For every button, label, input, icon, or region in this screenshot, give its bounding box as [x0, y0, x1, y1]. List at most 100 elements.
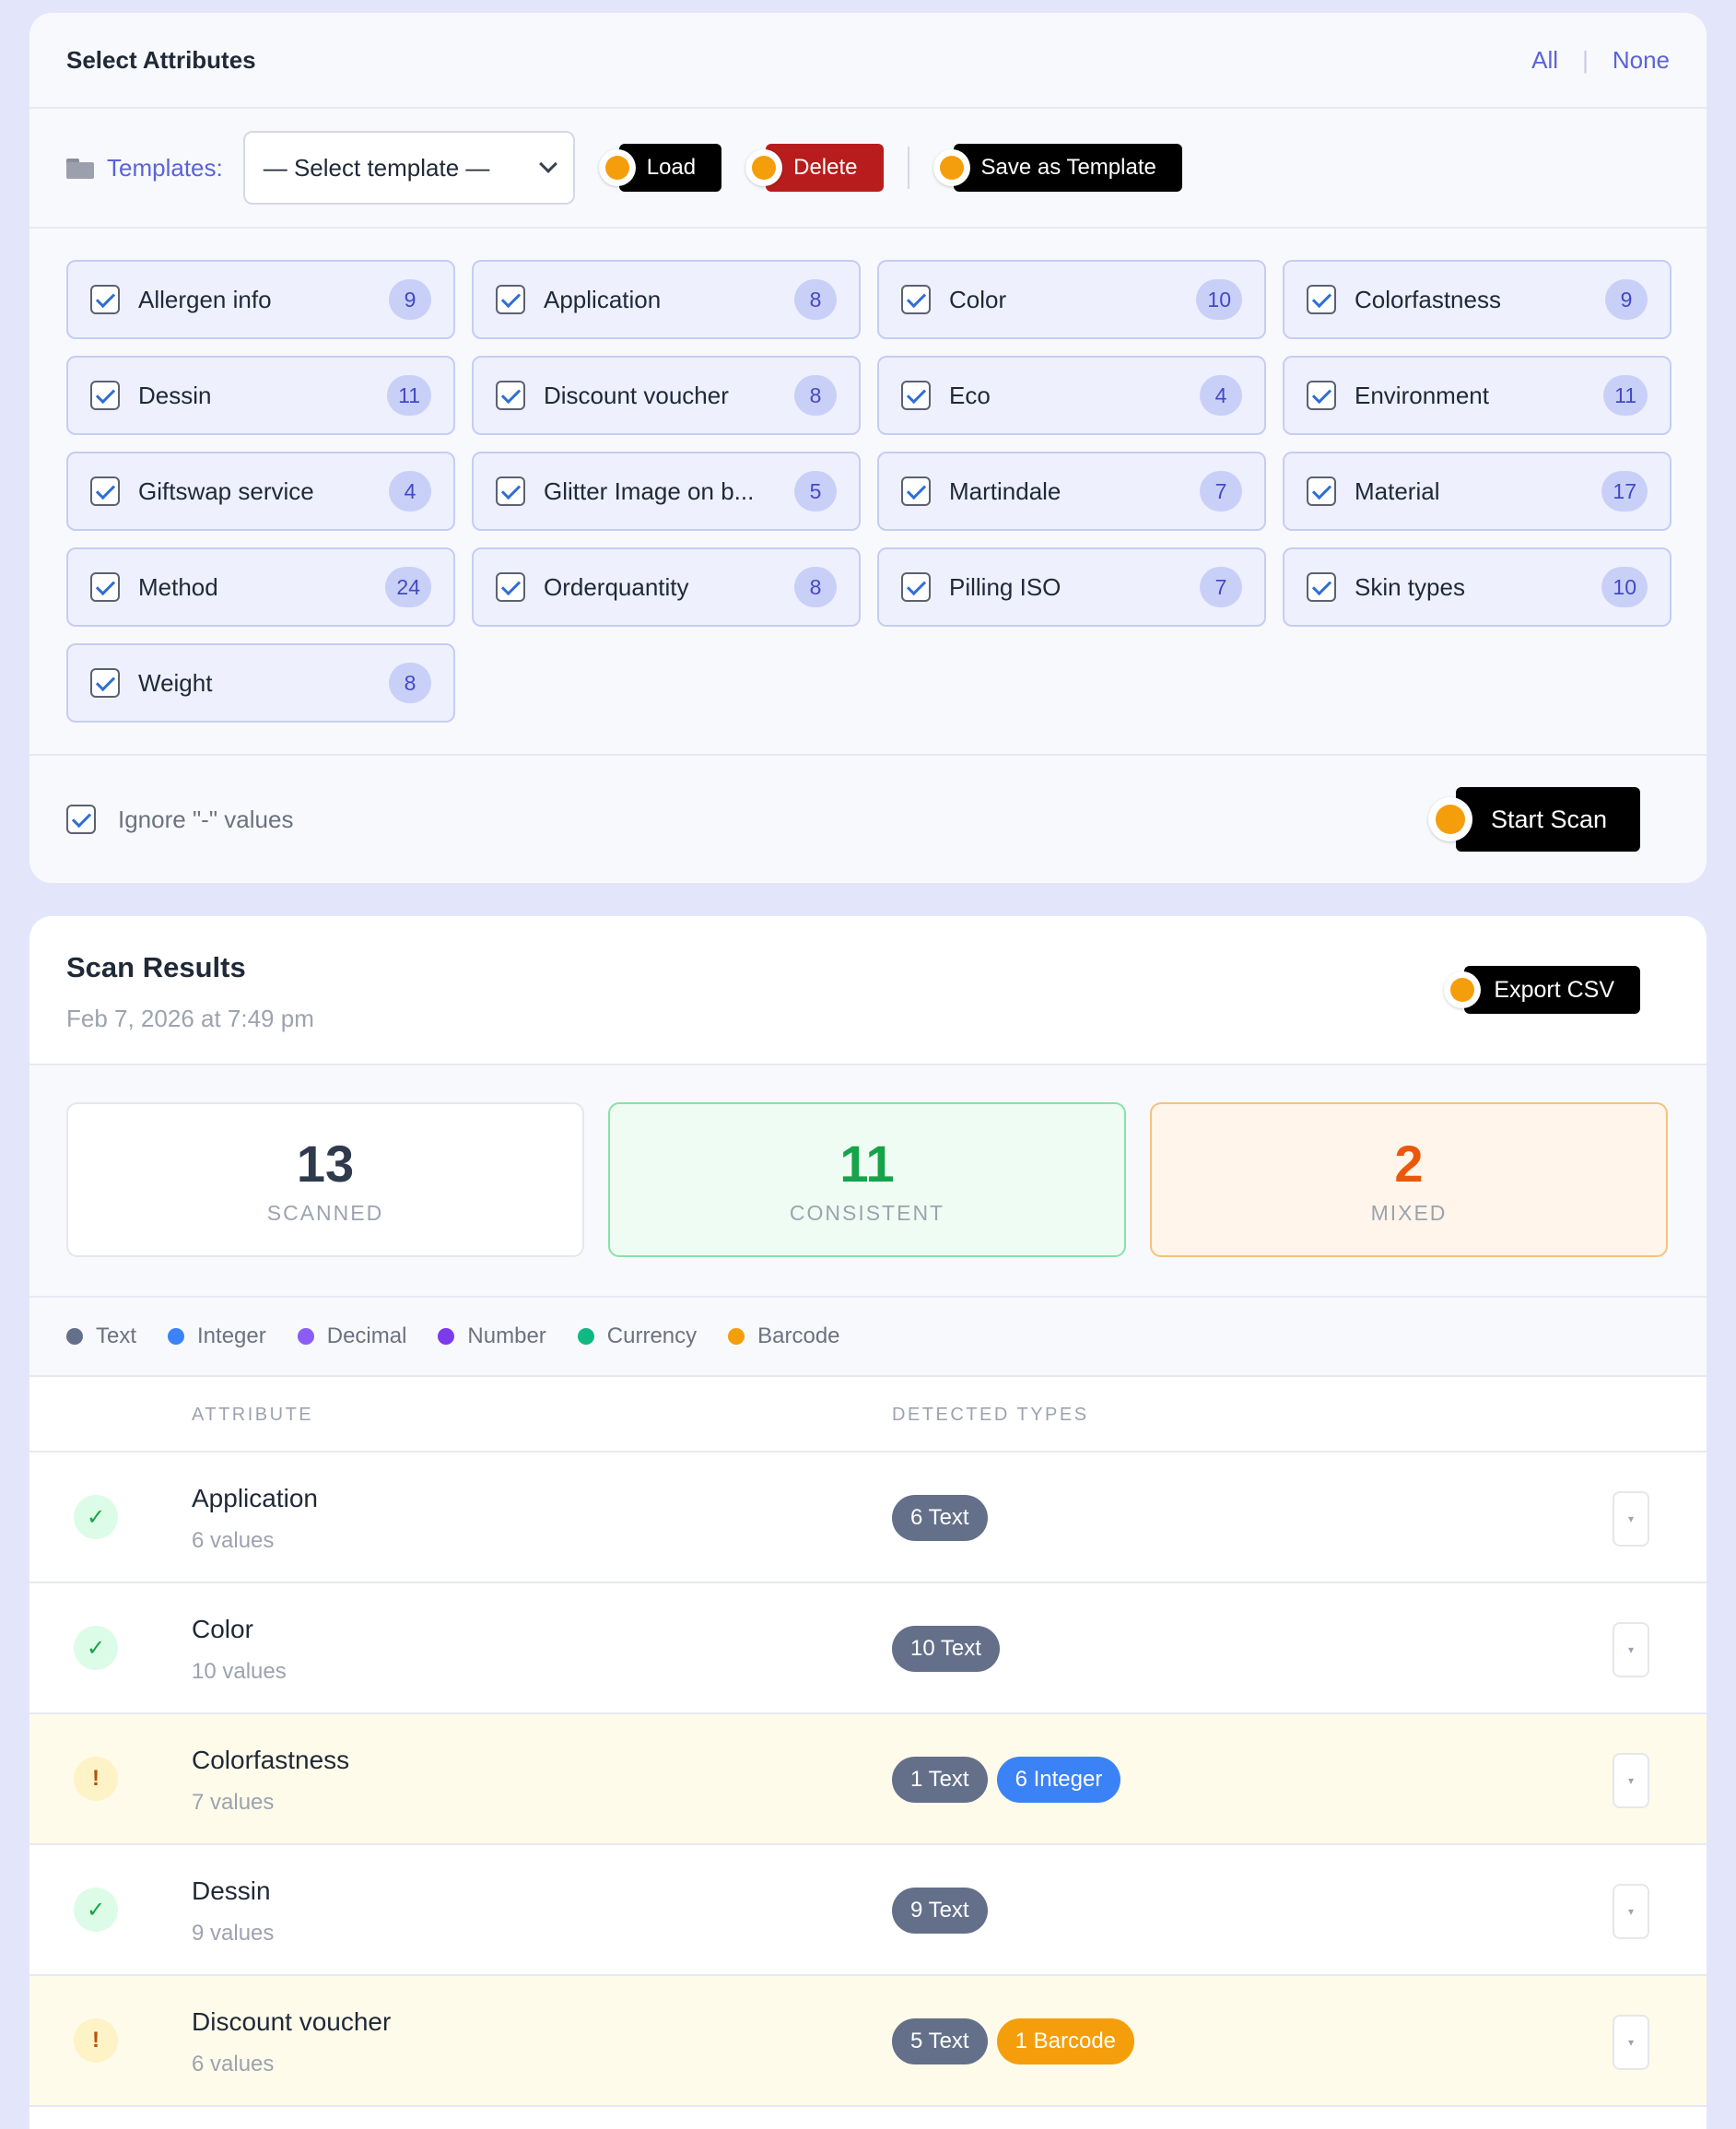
legend-label: Integer: [197, 1323, 266, 1348]
table-row[interactable]: ✓ Dessin 9 values 9 Text ▾: [29, 1845, 1707, 1976]
value-count: 6 values: [192, 1528, 275, 1553]
attribute-checkbox[interactable]: [1307, 381, 1336, 410]
attribute-checkbox[interactable]: [90, 668, 120, 698]
select-none-link[interactable]: None: [1613, 46, 1670, 75]
save-as-template-button[interactable]: Save as Template: [933, 144, 1182, 192]
attribute-checkbox[interactable]: [496, 476, 525, 506]
attribute-count-badge: 4: [389, 471, 431, 512]
attribute-option[interactable]: Pilling ISO 7: [877, 547, 1266, 627]
attributes-footer: Ignore "-" values Start Scan: [29, 754, 1707, 883]
table-row[interactable]: ✓ Application 6 values 6 Text ▾: [29, 1453, 1707, 1583]
attribute-option[interactable]: Discount voucher 8: [472, 356, 861, 435]
detected-types: 5 Text 1 Barcode: [892, 2018, 1135, 2064]
legend-label: Barcode: [757, 1323, 840, 1348]
attribute-checkbox[interactable]: [901, 285, 931, 314]
attribute-checkbox[interactable]: [496, 381, 525, 410]
select-all-link[interactable]: All: [1531, 46, 1558, 75]
attribute-name: Environment: [1355, 381, 1489, 409]
export-csv-button[interactable]: Export CSV: [1444, 966, 1640, 1014]
attribute-name: Application: [192, 1484, 318, 1512]
template-select[interactable]: — Select template —: [242, 131, 575, 205]
attribute-option[interactable]: Glitter Image on b... 5: [472, 452, 861, 531]
expand-row-button[interactable]: ▾: [1613, 1884, 1649, 1939]
folder-icon: [66, 157, 94, 179]
attribute-checkbox[interactable]: [1307, 476, 1336, 506]
expand-row-button[interactable]: ▾: [1613, 1753, 1649, 1808]
legend-label: Decimal: [326, 1323, 407, 1348]
expand-row-button[interactable]: ▾: [1613, 1622, 1649, 1677]
results-header: Scan Results Feb 7, 2026 at 7:49 pm Expo…: [29, 916, 1707, 1065]
attribute-checkbox[interactable]: [90, 285, 120, 314]
column-attribute: ATTRIBUTE: [192, 1405, 314, 1425]
attribute-count-badge: 7: [1200, 567, 1242, 607]
attribute-option[interactable]: Skin types 10: [1283, 547, 1671, 627]
detected-types: 10 Text: [892, 1626, 1000, 1672]
start-scan-button[interactable]: Start Scan: [1427, 787, 1640, 852]
status-dot-icon: [598, 149, 636, 186]
type-badge: 5 Text: [892, 2018, 988, 2064]
select-all-none: All | None: [1531, 46, 1670, 75]
attribute-option[interactable]: Method 24: [66, 547, 455, 627]
attribute-option[interactable]: Environment 11: [1283, 356, 1671, 435]
legend-dot-icon: [438, 1328, 455, 1345]
attribute-checkbox[interactable]: [901, 381, 931, 410]
attribute-option[interactable]: Material 17: [1283, 452, 1671, 531]
check-icon: ✓: [74, 1495, 118, 1539]
attribute-option[interactable]: Application 8: [472, 260, 861, 339]
table-row[interactable]: ! Colorfastness 7 values 1 Text 6 Integer ▾: [29, 1714, 1707, 1845]
status-dot-icon: [933, 149, 970, 186]
attribute-count-badge: 10: [1601, 567, 1648, 607]
attribute-checkbox[interactable]: [496, 572, 525, 602]
attribute-name: Martindale: [949, 476, 1062, 505]
attribute-checkbox[interactable]: [901, 572, 931, 602]
attribute-checkbox[interactable]: [90, 476, 120, 506]
attribute-option[interactable]: Colorfastness 9: [1283, 260, 1671, 339]
ignore-dash-option[interactable]: Ignore "-" values: [66, 805, 293, 834]
results-table-header: ATTRIBUTE DETECTED TYPES: [29, 1377, 1707, 1453]
attribute-name: Discount voucher: [192, 2007, 392, 2036]
value-count: 7 values: [192, 1790, 275, 1815]
stats-row: 13 SCANNED 11 CONSISTENT 2 MIXED: [29, 1065, 1707, 1298]
expand-row-button[interactable]: ▾: [1613, 2015, 1649, 2070]
detected-types: 1 Text 6 Integer: [892, 1757, 1121, 1803]
attribute-option[interactable]: Orderquantity 8: [472, 547, 861, 627]
expand-row-button[interactable]: ▾: [1613, 1491, 1649, 1547]
chevron-down-icon: [538, 155, 557, 173]
attribute-checkbox[interactable]: [90, 381, 120, 410]
attribute-name: Color: [949, 285, 1007, 313]
ignore-dash-label: Ignore "-" values: [118, 805, 294, 833]
attribute-checkbox[interactable]: [1307, 572, 1336, 602]
delete-button[interactable]: Delete: [745, 144, 884, 192]
ignore-dash-checkbox[interactable]: [66, 805, 96, 834]
attribute-option[interactable]: Martindale 7: [877, 452, 1266, 531]
table-row[interactable]: ! Discount voucher 6 values 5 Text 1 Barcode…: [29, 1976, 1707, 2107]
templates-label-text: Templates:: [107, 153, 223, 182]
attribute-option[interactable]: Eco 4: [877, 356, 1266, 435]
attribute-option[interactable]: Giftswap service 4: [66, 452, 455, 531]
legend-dot-icon: [728, 1328, 745, 1345]
delete-button-label: Delete: [766, 144, 884, 192]
check-icon: ✓: [74, 1888, 118, 1932]
attribute-checkbox[interactable]: [1307, 285, 1336, 314]
stat-mixed: 2 MIXED: [1150, 1102, 1668, 1257]
attribute-option[interactable]: Color 10: [877, 260, 1266, 339]
attribute-checkbox[interactable]: [496, 285, 525, 314]
attribute-count-badge: 17: [1601, 471, 1648, 512]
results-date: Feb 7, 2026 at 7:49 pm: [66, 1005, 314, 1032]
attribute-option[interactable]: Dessin 11: [66, 356, 455, 435]
attribute-count-badge: 5: [794, 471, 837, 512]
legend-item-barcode: Barcode: [728, 1323, 840, 1349]
attribute-checkbox[interactable]: [901, 476, 931, 506]
load-button[interactable]: Load: [598, 144, 722, 192]
type-badge: 9 Text: [892, 1888, 988, 1934]
attribute-checkbox[interactable]: [90, 572, 120, 602]
attribute-count-badge: 8: [794, 279, 837, 320]
attribute-name: Color: [192, 1615, 253, 1643]
detected-types: 6 Text: [892, 1495, 988, 1541]
table-row[interactable]: ✓ Color 10 values 10 Text ▾: [29, 1583, 1707, 1714]
attribute-option[interactable]: Weight 8: [66, 643, 455, 723]
warning-icon: !: [74, 2018, 118, 2063]
attribute-count-badge: 9: [389, 279, 431, 320]
attribute-option[interactable]: Allergen info 9: [66, 260, 455, 339]
attribute-grid: Allergen info 9 Application 8 Color 10 Colorfa…: [66, 260, 1671, 723]
